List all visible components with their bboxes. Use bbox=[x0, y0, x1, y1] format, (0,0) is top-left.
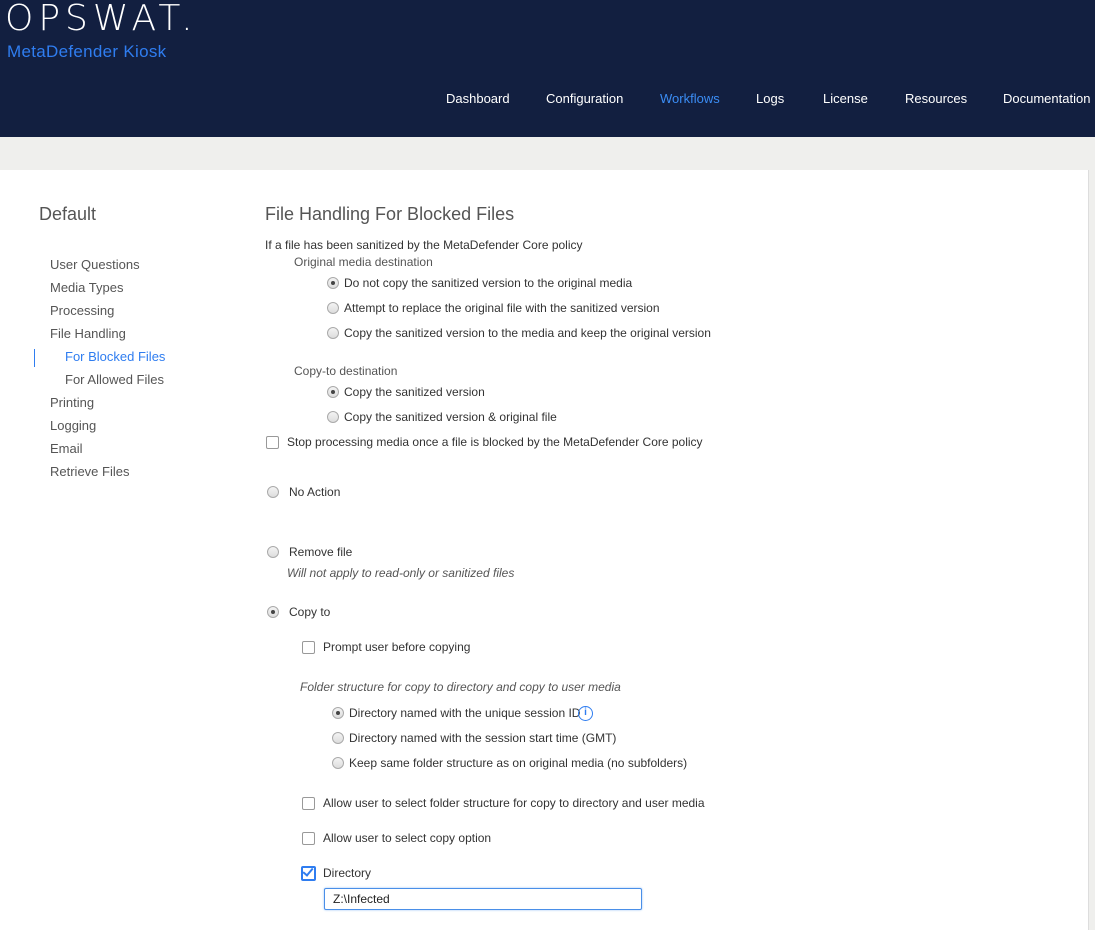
sidebar-item-processing[interactable]: Processing bbox=[50, 303, 114, 318]
allow-copy-option-checkbox[interactable] bbox=[302, 832, 315, 845]
option-label: Attempt to replace the original file wit… bbox=[344, 301, 660, 315]
workflow-title: Default bbox=[39, 204, 97, 224]
radio-copy-and-keep[interactable] bbox=[327, 327, 339, 339]
directory-input[interactable] bbox=[324, 888, 642, 910]
remove-file-label: Remove file bbox=[289, 545, 353, 559]
option-label: Copy the sanitized version bbox=[344, 385, 485, 399]
radio-session-id[interactable] bbox=[332, 707, 344, 719]
active-indicator bbox=[34, 349, 35, 367]
sidebar-item-for-blocked-files[interactable]: For Blocked Files bbox=[65, 349, 165, 364]
nav-license[interactable]: License bbox=[823, 91, 868, 106]
sidebar-item-logging[interactable]: Logging bbox=[50, 418, 96, 433]
nav-configuration[interactable]: Configuration bbox=[546, 91, 623, 106]
nav-resources[interactable]: Resources bbox=[905, 91, 967, 106]
nav-dashboard[interactable]: Dashboard bbox=[446, 91, 510, 106]
radio-replace-original[interactable] bbox=[327, 302, 339, 314]
stop-processing-label: Stop processing media once a file is blo… bbox=[287, 435, 703, 449]
option-label: Directory named with the unique session … bbox=[349, 706, 581, 720]
remove-file-note: Will not apply to read-only or sanitized… bbox=[287, 566, 515, 580]
sidebar-item-printing[interactable]: Printing bbox=[50, 395, 94, 410]
directory-checkbox[interactable] bbox=[301, 866, 316, 881]
sidebar-item-user-questions[interactable]: User Questions bbox=[50, 257, 140, 272]
product-name: MetaDefender Kiosk bbox=[7, 42, 167, 61]
option-label: Keep same folder structure as on origina… bbox=[349, 756, 688, 770]
option-label: Copy the sanitized version to the media … bbox=[344, 326, 711, 340]
directory-label: Directory bbox=[323, 866, 372, 880]
option-label: Copy the sanitized version & original fi… bbox=[344, 410, 557, 424]
info-icon[interactable]: i bbox=[578, 706, 593, 721]
copy-to-destination-label: Copy-to destination bbox=[294, 364, 398, 378]
sidebar-item-for-allowed-files[interactable]: For Allowed Files bbox=[65, 372, 164, 387]
radio-no-action[interactable] bbox=[267, 486, 279, 498]
sidebar-item-file-handling[interactable]: File Handling bbox=[50, 326, 126, 341]
sanitized-intro: If a file has been sanitized by the Meta… bbox=[265, 238, 583, 252]
radio-copy-to[interactable] bbox=[267, 606, 279, 618]
page-title: File Handling For Blocked Files bbox=[265, 204, 515, 224]
prompt-user-label: Prompt user before copying bbox=[323, 640, 471, 654]
nav-documentation[interactable]: Documentation bbox=[1003, 91, 1090, 106]
nav-workflows[interactable]: Workflows bbox=[660, 91, 720, 106]
radio-copy-sanitized-and-original[interactable] bbox=[327, 411, 339, 423]
sidebar-item-retrieve-files[interactable]: Retrieve Files bbox=[50, 464, 129, 479]
option-label: Do not copy the sanitized version to the… bbox=[344, 276, 633, 290]
opswat-logo: OPSWAT. bbox=[5, 0, 198, 39]
allow-copy-option-label: Allow user to select copy option bbox=[323, 831, 492, 845]
sidebar-item-email[interactable]: Email bbox=[50, 441, 83, 456]
prompt-user-checkbox[interactable] bbox=[302, 641, 315, 654]
allow-folder-structure-label: Allow user to select folder structure fo… bbox=[323, 796, 705, 810]
nav-logs[interactable]: Logs bbox=[756, 91, 784, 106]
radio-copy-sanitized[interactable] bbox=[327, 386, 339, 398]
radio-session-start-time[interactable] bbox=[332, 732, 344, 744]
copy-to-label: Copy to bbox=[289, 605, 331, 619]
folder-structure-label: Folder structure for copy to directory a… bbox=[300, 680, 621, 694]
original-media-label: Original media destination bbox=[294, 255, 433, 269]
option-label: Directory named with the session start t… bbox=[349, 731, 617, 745]
stop-processing-checkbox[interactable] bbox=[266, 436, 279, 449]
top-header: OPSWAT. MetaDefender Kiosk Dashboard Con… bbox=[0, 0, 1095, 137]
radio-remove-file[interactable] bbox=[267, 546, 279, 558]
allow-folder-structure-checkbox[interactable] bbox=[302, 797, 315, 810]
radio-do-not-copy[interactable] bbox=[327, 277, 339, 289]
radio-keep-structure[interactable] bbox=[332, 757, 344, 769]
sidebar-item-media-types[interactable]: Media Types bbox=[50, 280, 123, 295]
no-action-label: No Action bbox=[289, 485, 341, 499]
